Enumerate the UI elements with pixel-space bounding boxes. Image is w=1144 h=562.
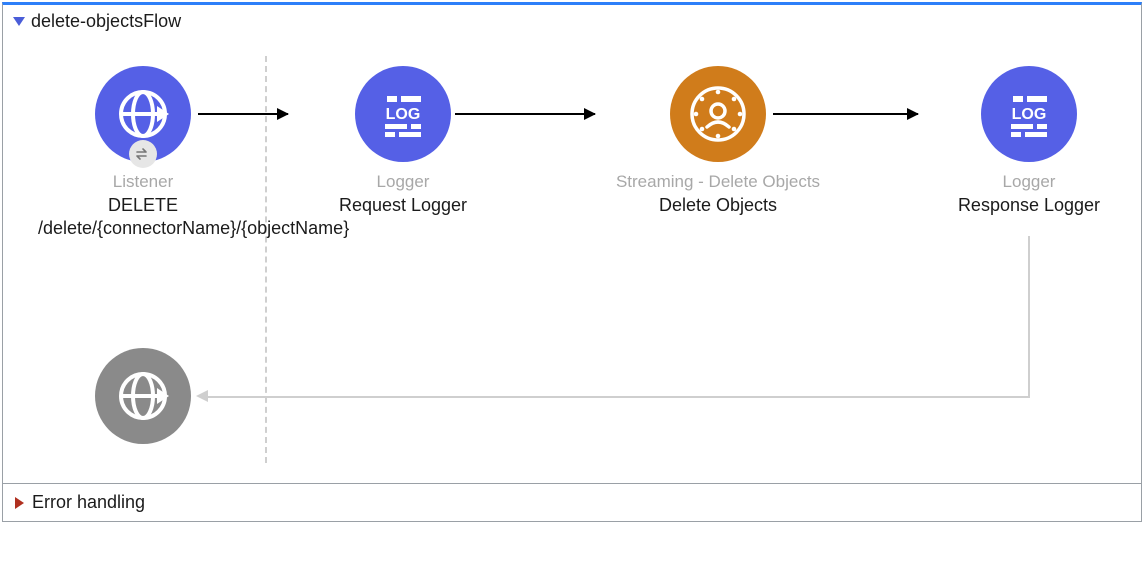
node-listener[interactable]: Listener DELETE /delete/{connectorName}/…: [33, 66, 253, 241]
expand-icon[interactable]: [15, 497, 24, 509]
node-label: Response Logger: [958, 194, 1100, 217]
exchange-badge-icon: [129, 140, 157, 168]
arrow: [773, 113, 918, 115]
error-handling-header[interactable]: Error handling: [3, 484, 1141, 521]
node-type-label: Streaming - Delete Objects: [616, 172, 820, 192]
return-path: [1028, 236, 1030, 396]
node-label: DELETE /delete/{connectorName}/{objectNa…: [38, 194, 248, 241]
arrow: [455, 113, 595, 115]
node-return[interactable]: [33, 348, 253, 444]
node-label: Delete Objects: [659, 194, 777, 217]
logger-icon: LOG: [981, 66, 1077, 162]
flow-title: delete-objectsFlow: [31, 11, 181, 32]
node-request-logger[interactable]: LOG Logger Request Logger: [293, 66, 513, 217]
logger-icon: LOG: [355, 66, 451, 162]
svg-text:LOG: LOG: [1012, 106, 1047, 123]
return-path: [208, 396, 1030, 398]
svg-text:LOG: LOG: [386, 106, 421, 123]
node-delete-objects[interactable]: Streaming - Delete Objects Delete Object…: [588, 66, 848, 217]
error-section-title: Error handling: [32, 492, 145, 513]
node-label: Request Logger: [339, 194, 467, 217]
flow-canvas[interactable]: Listener DELETE /delete/{connectorName}/…: [3, 36, 1141, 484]
streaming-icon: [670, 66, 766, 162]
arrow: [198, 113, 288, 115]
flow-panel: delete-objectsFlow Listener DELETE /: [2, 2, 1142, 522]
listener-icon: [95, 66, 191, 162]
source-divider: [265, 56, 267, 463]
flow-header[interactable]: delete-objectsFlow: [3, 5, 1141, 36]
return-icon: [95, 348, 191, 444]
node-type-label: Logger: [377, 172, 430, 192]
collapse-icon[interactable]: [13, 17, 25, 26]
node-response-logger[interactable]: LOG Logger Response Logger: [919, 66, 1139, 217]
node-type-label: Logger: [1003, 172, 1056, 192]
node-type-label: Listener: [113, 172, 173, 192]
